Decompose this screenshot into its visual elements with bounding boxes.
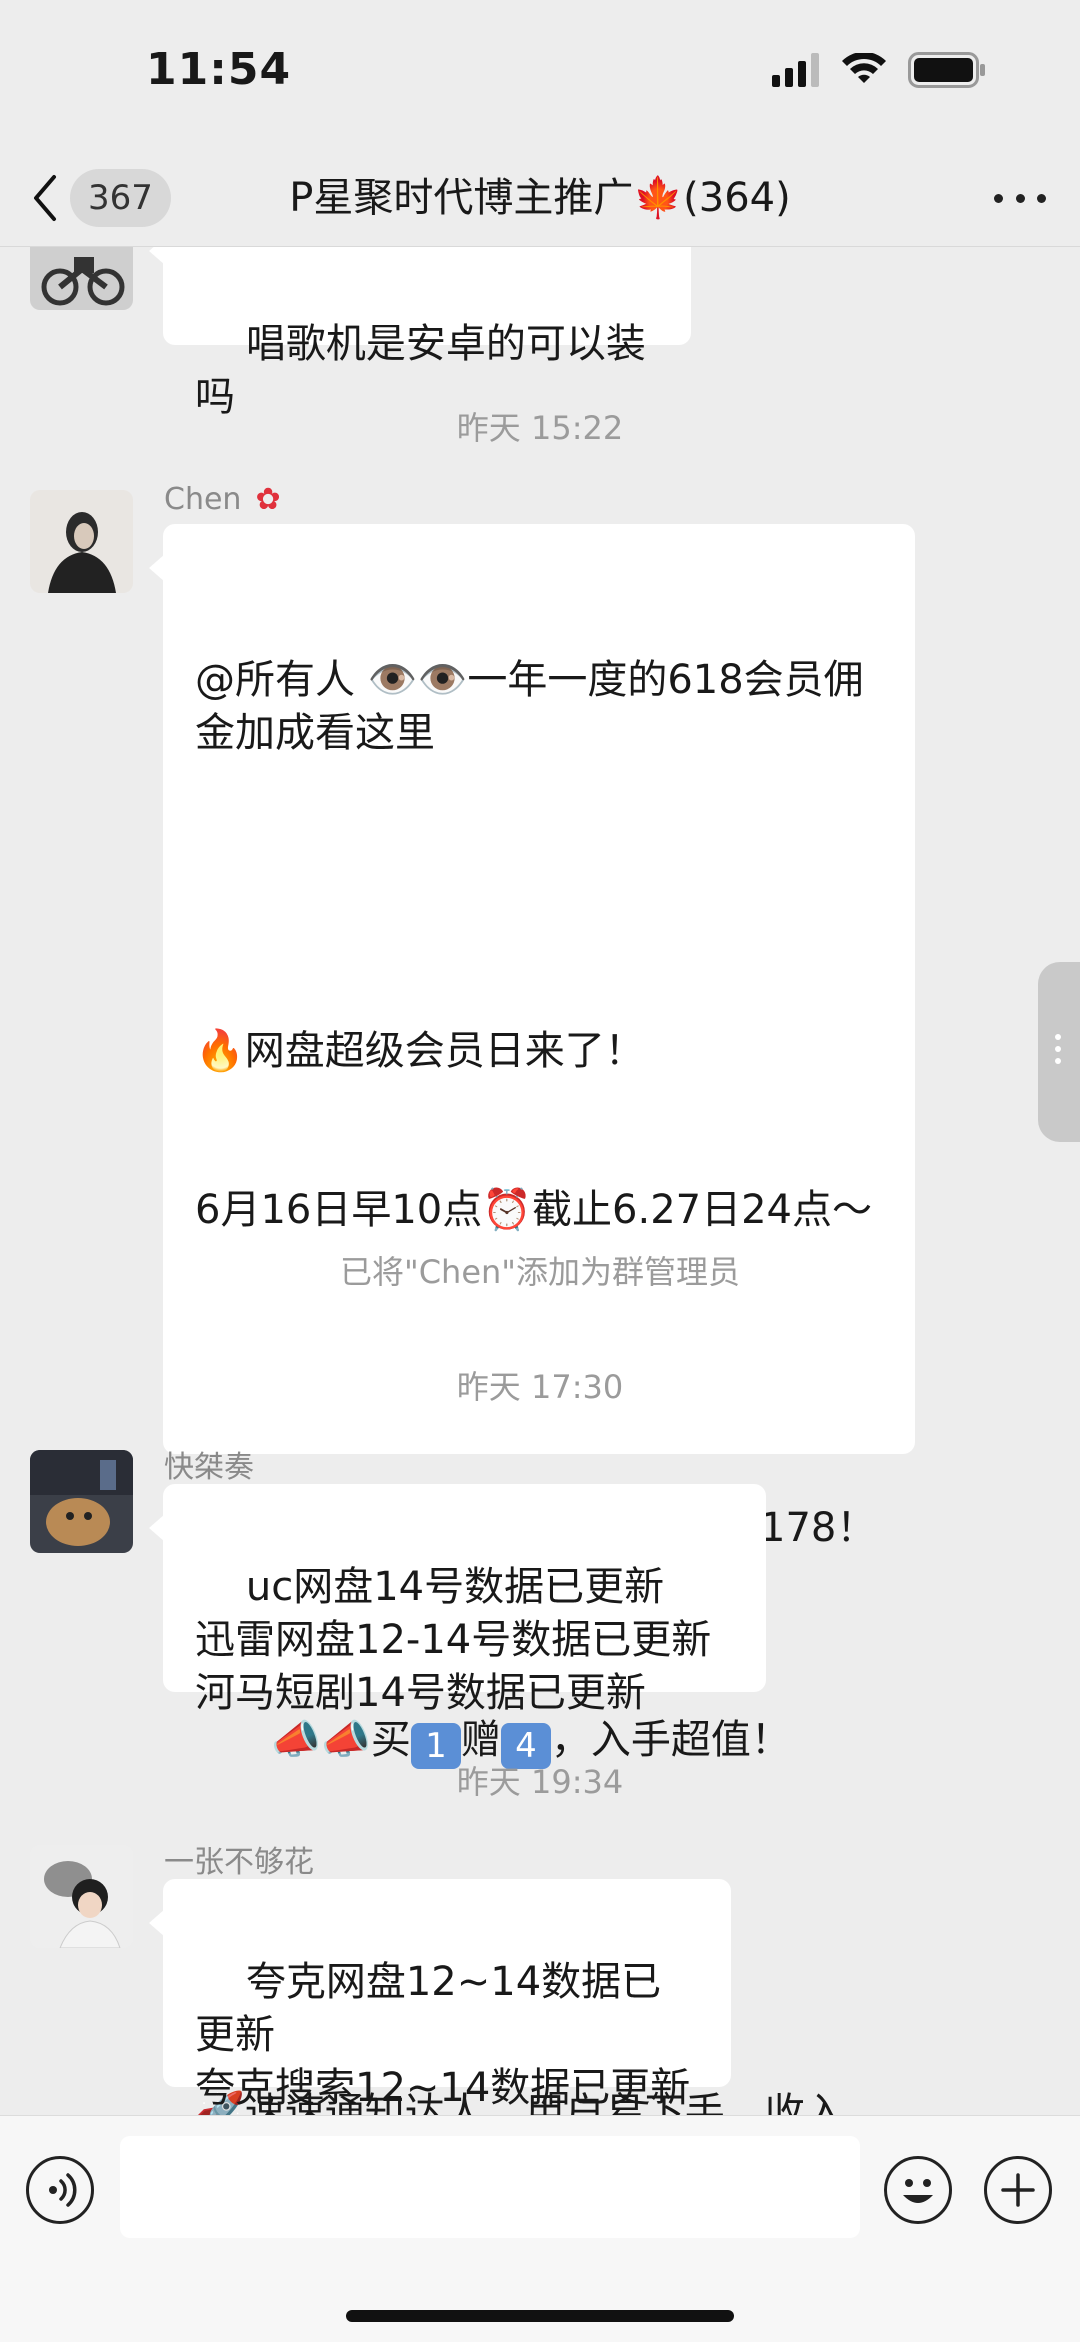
message-text: 夸克网盘12~14数据已更新 夸克搜索12~14数据已更新 百度网盘14号数据已… bbox=[195, 1959, 691, 2111]
sender-name: 一张不够花 bbox=[164, 1845, 314, 1880]
dot-icon bbox=[994, 193, 1003, 203]
voice-input-button[interactable] bbox=[26, 2156, 94, 2224]
smiley-icon bbox=[903, 2179, 933, 2203]
message-text: 🔥网盘超级会员日来了！ bbox=[195, 1028, 645, 1074]
sender-name: 快桀奏 bbox=[164, 1450, 254, 1485]
timestamp: 昨天 15:22 bbox=[456, 409, 624, 447]
avatar[interactable] bbox=[30, 1845, 133, 1948]
voice-icon bbox=[49, 2173, 77, 2207]
cellular-signal-icon bbox=[772, 53, 819, 87]
message-text: uc网盘14号数据已更新 迅雷网盘12-14号数据已更新 河马短剧14号数据已更… bbox=[195, 1564, 712, 1716]
dot-icon bbox=[1037, 193, 1046, 203]
avatar[interactable] bbox=[30, 1450, 133, 1553]
message-bubble[interactable]: 夸克网盘12~14数据已更新 夸克搜索12~14数据已更新 百度网盘14号数据已… bbox=[149, 1879, 731, 2111]
plus-icon bbox=[1001, 2173, 1035, 2207]
message-bubble[interactable]: 唱歌机是安卓的可以装吗 bbox=[149, 247, 691, 420]
status-bar: 11:54 bbox=[0, 0, 1080, 150]
more-options-button[interactable] bbox=[994, 180, 1046, 216]
message-bubble[interactable]: uc网盘14号数据已更新 迅雷网盘12-14号数据已更新 河马短剧14号数据已更… bbox=[149, 1484, 766, 1716]
dot-icon bbox=[1015, 193, 1025, 203]
home-indicator[interactable] bbox=[346, 2310, 734, 2322]
side-drawer-handle[interactable] bbox=[1038, 962, 1080, 1142]
message-text: 6月16日早10点⏰截止6.27日24点～ bbox=[195, 1187, 873, 1233]
emoji-button[interactable] bbox=[884, 2156, 952, 2224]
system-notice: 已将"Chen"添加为群管理员 bbox=[339, 1253, 741, 1291]
timestamp: 昨天 17:30 bbox=[456, 1368, 624, 1406]
message-text: @所有人 👁️👁️一年一度的618会员佣金加成看这里 bbox=[195, 657, 864, 756]
status-icons bbox=[770, 52, 986, 88]
avatar[interactable] bbox=[30, 490, 133, 593]
flower-badge-icon: ✿ bbox=[255, 482, 281, 517]
timestamp: 昨天 19:34 bbox=[456, 1763, 624, 1801]
chat-header: 367 P星聚时代博主推广🍁(364) bbox=[0, 150, 1080, 247]
sender-name: Chen bbox=[164, 482, 242, 517]
more-actions-button[interactable] bbox=[984, 2156, 1052, 2224]
wifi-icon bbox=[842, 53, 886, 83]
avatar[interactable] bbox=[30, 247, 133, 310]
chat-title: P星聚时代博主推广🍁(364) bbox=[289, 175, 791, 221]
message-bubble[interactable]: @所有人 👁️👁️一年一度的618会员佣金加成看这里 🔥网盘超级会员日来了！ 6… bbox=[149, 524, 915, 2115]
battery-icon bbox=[908, 52, 985, 88]
message-input[interactable] bbox=[120, 2136, 860, 2238]
message-list[interactable]: 唱歌机是安卓的可以装吗 昨天 15:22 Chen ✿ @所有人 👁️👁️一年一… bbox=[0, 247, 1080, 2115]
status-time: 11:54 bbox=[146, 44, 292, 95]
input-bar bbox=[0, 2115, 1080, 2342]
sender-name-row: Chen ✿ bbox=[164, 482, 281, 517]
vertical-dots-icon bbox=[1055, 1034, 1061, 1070]
